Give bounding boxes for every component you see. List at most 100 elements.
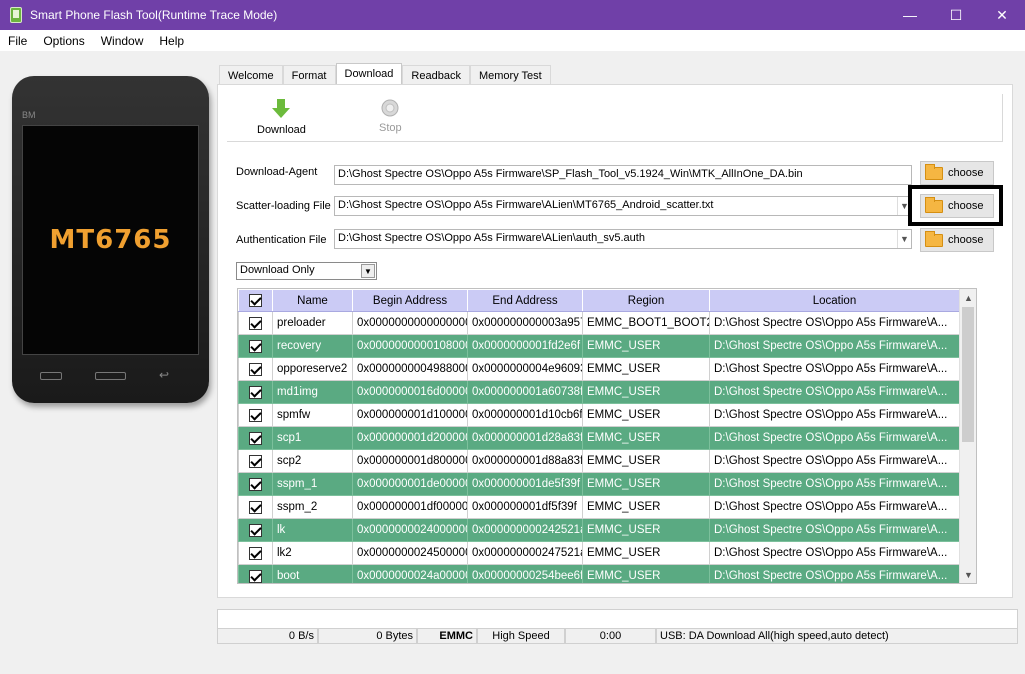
row-checkbox[interactable] xyxy=(238,495,273,519)
region: EMMC_USER xyxy=(582,403,710,427)
location[interactable]: D:\Ghost Spectre OS\Oppo A5s Firmware\A.… xyxy=(709,403,960,427)
end-address: 0x000000001a60738f xyxy=(467,380,583,404)
begin-address: 0x0000000000108000 xyxy=(352,334,468,358)
partition-name: sspm_2 xyxy=(272,495,353,519)
table-row[interactable]: recovery 0x0000000000108000 0x0000000001… xyxy=(238,334,960,358)
location[interactable]: D:\Ghost Spectre OS\Oppo A5s Firmware\A.… xyxy=(709,449,960,473)
table-row[interactable]: lk2 0x0000000024500000 0x000000000247521… xyxy=(238,541,960,565)
begin-address: 0x000000001de00000 xyxy=(352,472,468,496)
partition-name: recovery xyxy=(272,334,353,358)
tab-bar: Welcome Format Download Readback Memory … xyxy=(219,63,551,85)
column-header-location[interactable]: Location xyxy=(709,289,960,312)
location[interactable]: D:\Ghost Spectre OS\Oppo A5s Firmware\A.… xyxy=(709,426,960,450)
row-checkbox[interactable] xyxy=(238,403,273,427)
menu-window[interactable]: Window xyxy=(93,34,152,48)
end-address: 0x000000000247521af xyxy=(467,541,583,565)
scatter-file-combo[interactable]: D:\Ghost Spectre OS\Oppo A5s Firmware\AL… xyxy=(334,196,912,216)
row-checkbox[interactable] xyxy=(238,380,273,404)
row-checkbox[interactable] xyxy=(238,357,273,381)
location[interactable]: D:\Ghost Spectre OS\Oppo A5s Firmware\A.… xyxy=(709,380,960,404)
table-row[interactable]: opporeserve2 0x0000000004988000 0x000000… xyxy=(238,357,960,381)
menu-options[interactable]: Options xyxy=(35,34,92,48)
row-checkbox[interactable] xyxy=(238,564,273,583)
end-address: 0x000000001d88a83f xyxy=(467,449,583,473)
scroll-down-icon[interactable]: ▼ xyxy=(960,566,976,583)
minimize-button[interactable]: — xyxy=(887,0,933,30)
column-header-begin-address[interactable]: Begin Address xyxy=(352,289,468,312)
region: EMMC_USER xyxy=(582,357,710,381)
region: EMMC_USER xyxy=(582,449,710,473)
download-button[interactable]: Download xyxy=(257,98,306,136)
download-agent-choose-button[interactable]: choose xyxy=(920,161,994,185)
partition-name: md1img xyxy=(272,380,353,404)
table-row[interactable]: sspm_2 0x000000001df00000 0x000000001df5… xyxy=(238,495,960,519)
chevron-down-icon[interactable]: ▼ xyxy=(361,264,375,278)
maximize-button[interactable]: ☐ xyxy=(933,0,979,30)
begin-address: 0x0000000024000000 xyxy=(352,518,468,542)
location[interactable]: D:\Ghost Spectre OS\Oppo A5s Firmware\A.… xyxy=(709,311,960,335)
row-checkbox[interactable] xyxy=(238,334,273,358)
auth-file-combo[interactable]: D:\Ghost Spectre OS\Oppo A5s Firmware\AL… xyxy=(334,229,912,249)
chevron-down-icon[interactable]: ▼ xyxy=(897,230,911,248)
close-button[interactable]: ✕ xyxy=(979,0,1025,30)
status-bytes: 0 Bytes xyxy=(318,629,417,644)
table-row[interactable]: scp1 0x000000001d200000 0x000000001d28a8… xyxy=(238,426,960,450)
location[interactable]: D:\Ghost Spectre OS\Oppo A5s Firmware\A.… xyxy=(709,357,960,381)
tab-format[interactable]: Format xyxy=(282,65,336,85)
status-bar: 0 B/s 0 Bytes EMMC High Speed 0:00 USB: … xyxy=(217,629,1018,644)
download-agent-field[interactable]: D:\Ghost Spectre OS\Oppo A5s Firmware\SP… xyxy=(334,165,912,185)
begin-address: 0x000000001d200000 xyxy=(352,426,468,450)
location[interactable]: D:\Ghost Spectre OS\Oppo A5s Firmware\A.… xyxy=(709,472,960,496)
download-panel: Download Stop Download-Agent D:\Ghost Sp… xyxy=(217,84,1013,598)
table-row[interactable]: md1img 0x0000000016d00000 0x000000001a60… xyxy=(238,380,960,404)
row-checkbox[interactable] xyxy=(238,518,273,542)
download-mode-select[interactable]: Download Only ▼ xyxy=(236,262,377,280)
table-row[interactable]: preloader 0x0000000000000000 0x000000000… xyxy=(238,311,960,335)
location[interactable]: D:\Ghost Spectre OS\Oppo A5s Firmware\A.… xyxy=(709,541,960,565)
status-mode: High Speed xyxy=(477,629,565,644)
tab-memory-test[interactable]: Memory Test xyxy=(469,65,551,85)
tab-download[interactable]: Download xyxy=(335,63,403,84)
tab-welcome[interactable]: Welcome xyxy=(219,65,283,85)
row-checkbox[interactable] xyxy=(238,426,273,450)
region: EMMC_USER xyxy=(582,380,710,404)
scroll-thumb[interactable] xyxy=(962,307,974,442)
table-row[interactable]: lk 0x0000000024000000 0x000000000242521a… xyxy=(238,518,960,542)
begin-address: 0x0000000024500000 xyxy=(352,541,468,565)
stop-button[interactable]: Stop xyxy=(379,98,402,134)
row-checkbox[interactable] xyxy=(238,311,273,335)
select-all-checkbox[interactable] xyxy=(238,289,273,312)
begin-address: 0x000000001d100000 xyxy=(352,403,468,427)
table-row[interactable]: scp2 0x000000001d800000 0x000000001d88a8… xyxy=(238,449,960,473)
menu-file[interactable]: File xyxy=(0,34,35,48)
partition-name: spmfw xyxy=(272,403,353,427)
location[interactable]: D:\Ghost Spectre OS\Oppo A5s Firmware\A.… xyxy=(709,495,960,519)
auth-choose-button[interactable]: choose xyxy=(920,228,994,252)
column-header-name[interactable]: Name xyxy=(272,289,353,312)
location[interactable]: D:\Ghost Spectre OS\Oppo A5s Firmware\A.… xyxy=(709,334,960,358)
table-row[interactable]: boot 0x0000000024a00000 0x00000000254bee… xyxy=(238,564,960,583)
table-row[interactable]: sspm_1 0x000000001de00000 0x000000001de5… xyxy=(238,472,960,496)
row-checkbox[interactable] xyxy=(238,541,273,565)
partition-name: sspm_1 xyxy=(272,472,353,496)
phone-illustration: BM MT6765 ↩ xyxy=(12,76,209,403)
menu-help[interactable]: Help xyxy=(151,34,192,48)
table-row[interactable]: spmfw 0x000000001d100000 0x000000001d10c… xyxy=(238,403,960,427)
partition-name: opporeserve2 xyxy=(272,357,353,381)
column-header-region[interactable]: Region xyxy=(582,289,710,312)
partition-name: preloader xyxy=(272,311,353,335)
row-checkbox[interactable] xyxy=(238,449,273,473)
toolbar: Download Stop xyxy=(227,94,1003,142)
column-header-end-address[interactable]: End Address xyxy=(467,289,583,312)
row-checkbox[interactable] xyxy=(238,472,273,496)
phone-brand-label: BM xyxy=(22,110,36,120)
location[interactable]: D:\Ghost Spectre OS\Oppo A5s Firmware\A.… xyxy=(709,564,960,583)
end-address: 0x000000001d10cb6f xyxy=(467,403,583,427)
table-header-row: Name Begin Address End Address Region Lo… xyxy=(238,289,960,312)
table-scrollbar[interactable]: ▲ ▼ xyxy=(959,289,976,583)
tab-readback[interactable]: Readback xyxy=(402,65,470,85)
end-address: 0x00000000254bee6f xyxy=(467,564,583,583)
scroll-up-icon[interactable]: ▲ xyxy=(960,289,976,306)
begin-address: 0x000000001df00000 xyxy=(352,495,468,519)
location[interactable]: D:\Ghost Spectre OS\Oppo A5s Firmware\A.… xyxy=(709,518,960,542)
